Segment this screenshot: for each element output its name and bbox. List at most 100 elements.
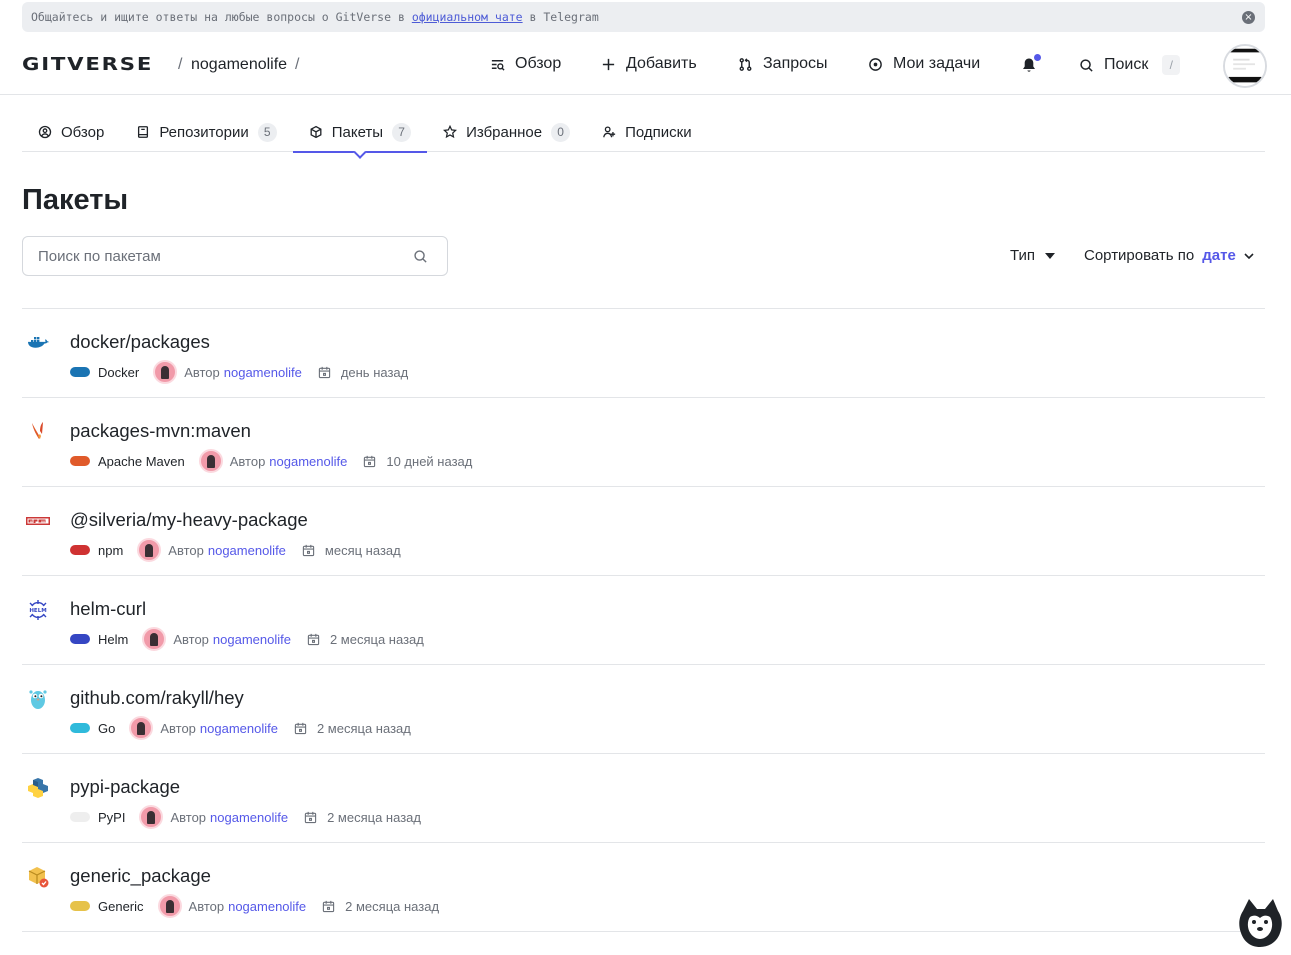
author-link[interactable]: nogamenolife (269, 454, 347, 469)
gitverse-logo[interactable]: GITVERSE (22, 54, 153, 75)
calendar-icon (302, 544, 315, 556)
package-type: Apache Maven (98, 453, 185, 469)
type-color-pill (70, 634, 90, 644)
author-avatar (129, 716, 154, 740)
package-name[interactable]: generic_package (70, 865, 211, 887)
tab-packages-label: Пакеты (331, 123, 384, 141)
nav-search[interactable]: Поиск / (1079, 55, 1181, 75)
author-avatar (142, 627, 167, 651)
pypi-icon (28, 778, 48, 798)
author-link[interactable]: nogamenolife (210, 810, 288, 825)
repositories-count: 5 (257, 122, 277, 142)
overview-icon (491, 59, 505, 71)
author-label: Автор (173, 631, 209, 647)
tab-packages[interactable]: Пакеты 7 (292, 112, 428, 153)
packages-count: 7 (392, 122, 412, 142)
npm-icon (26, 517, 50, 525)
type-color-pill (70, 456, 90, 466)
breadcrumb-separator: / (295, 56, 300, 73)
package-search-input[interactable] (23, 237, 393, 275)
author-label: Автор (188, 898, 225, 914)
package-type: Generic (98, 898, 144, 914)
list-item: github.com/rakyll/hey Go Автор nogamenol… (22, 665, 1265, 754)
author-avatar (139, 805, 164, 829)
package-icon (310, 125, 322, 139)
author-avatar (137, 538, 162, 562)
calendar-icon (364, 455, 376, 467)
nav-tasks[interactable]: Мои задачи (868, 55, 980, 73)
nav-overview[interactable]: Обзор (490, 55, 561, 73)
author-link[interactable]: nogamenolife (213, 632, 291, 647)
close-icon[interactable]: × (1242, 11, 1255, 24)
notifications-button[interactable] (1021, 54, 1041, 74)
package-name[interactable]: docker/packages (70, 331, 210, 353)
caret-down-icon (1045, 252, 1056, 259)
tab-repositories[interactable]: Репозитории 5 (120, 112, 292, 152)
telegram-chat-link[interactable]: официальном чате (412, 10, 523, 24)
package-list: docker/packages Docker Автор nogamenolif… (22, 308, 1265, 932)
type-color-pill (70, 812, 90, 822)
package-name[interactable]: packages-mvn:maven (70, 420, 251, 442)
package-meta: Go Автор nogamenolife 2 месяца назад (70, 716, 411, 740)
nav-requests-label: Запросы (763, 55, 828, 72)
nav-requests[interactable]: Запросы (738, 55, 828, 73)
package-meta: PyPI Автор nogamenolife 2 месяца назад (70, 805, 421, 829)
assistant-mascot-icon[interactable] (1235, 897, 1285, 949)
author-link[interactable]: nogamenolife (224, 365, 302, 380)
user-avatar[interactable] (1223, 44, 1267, 88)
nav-search-label: Поиск (1104, 56, 1149, 73)
author-link[interactable]: nogamenolife (228, 899, 306, 914)
calendar-icon (304, 811, 317, 823)
package-date: 10 дней назад (386, 453, 473, 469)
list-item: HELM helm-curl Helm Автор nogamenolife 2… (22, 576, 1265, 665)
tab-favorites-label: Избранное (466, 123, 543, 141)
package-meta: Generic Автор nogamenolife 2 месяца наза… (70, 894, 439, 918)
search-hotkey: / (1162, 55, 1181, 75)
tab-favorites[interactable]: Избранное 0 (427, 112, 586, 152)
page-title: Пакеты (22, 184, 129, 216)
user-circle-icon (38, 125, 52, 139)
tab-subscriptions[interactable]: Подписки (586, 112, 708, 152)
list-item: generic_package Generic Автор nogamenoli… (22, 843, 1265, 932)
list-item: @silveria/my-heavy-package npm Автор nog… (22, 487, 1265, 576)
announcement-text: Общайтесь и ищите ответы на любые вопрос… (31, 10, 412, 24)
author-link[interactable]: nogamenolife (200, 721, 278, 736)
notification-dot (1034, 54, 1041, 61)
package-name[interactable]: helm-curl (70, 598, 146, 620)
nav-add[interactable]: Добавить (601, 55, 697, 73)
author-label: Автор (229, 453, 266, 469)
author-label: Автор (170, 809, 207, 825)
repository-icon (138, 126, 149, 138)
package-type: PyPI (98, 809, 126, 825)
package-search (22, 236, 448, 276)
search-icon[interactable] (413, 249, 428, 264)
tab-overview[interactable]: Обзор (22, 112, 120, 152)
package-name[interactable]: github.com/rakyll/hey (70, 687, 244, 709)
nav-overview-label: Обзор (515, 55, 562, 72)
breadcrumb-user[interactable]: nogamenolife (191, 56, 287, 74)
sort-dropdown[interactable]: Сортировать по дате (1084, 247, 1254, 264)
pull-request-icon (739, 57, 752, 71)
author-link[interactable]: nogamenolife (208, 543, 286, 558)
tab-subscriptions-label: Подписки (625, 123, 692, 141)
package-date: месяц назад (324, 542, 401, 558)
generic-package-icon (28, 867, 49, 888)
calendar-icon (307, 633, 320, 645)
package-type: Go (98, 720, 116, 736)
type-filter-dropdown[interactable]: Тип (1010, 247, 1056, 264)
type-color-pill (70, 545, 90, 555)
package-name[interactable]: pypi-package (70, 776, 180, 798)
top-header: GITVERSE / nogamenolife / Обзор Добавить… (0, 36, 1291, 95)
package-date: 2 месяца назад (329, 631, 424, 647)
go-gopher-icon (29, 690, 47, 709)
list-item: pypi-package PyPI Автор nogamenolife 2 м… (22, 754, 1265, 843)
package-date: 2 месяца назад (327, 809, 421, 825)
package-type: Helm (98, 631, 129, 647)
package-type: Docker (98, 364, 140, 380)
package-name[interactable]: @silveria/my-heavy-package (70, 509, 308, 531)
type-color-pill (70, 723, 90, 733)
chevron-down-icon (1244, 252, 1254, 259)
package-meta: Docker Автор nogamenolife день назад (70, 360, 408, 384)
plus-icon (602, 58, 615, 70)
tab-repositories-label: Репозитории (159, 123, 249, 141)
